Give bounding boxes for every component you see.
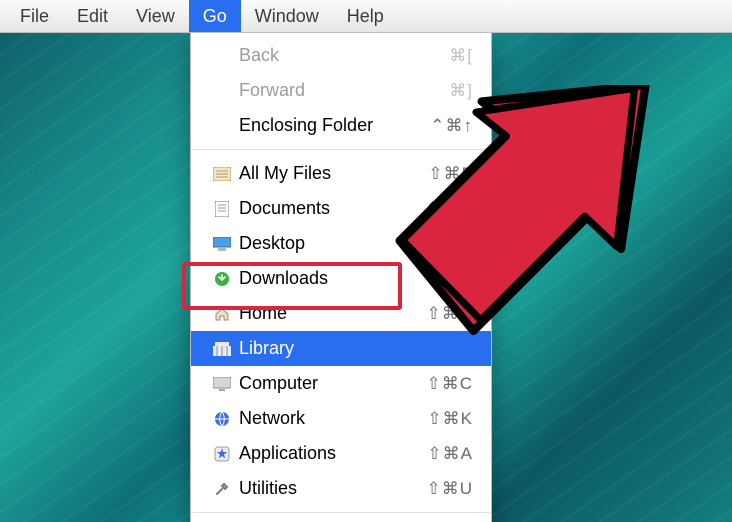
menu-window-label: Window (255, 6, 319, 27)
menu-item-enclosing-folder[interactable]: Enclosing Folder ⌃⌘↑ (191, 108, 491, 143)
library-icon (211, 340, 233, 358)
menu-item-network-shortcut: ⇧⌘K (407, 409, 473, 429)
documents-icon (211, 200, 233, 218)
menu-file[interactable]: File (6, 0, 63, 32)
menu-item-documents-label: Documents (239, 198, 407, 219)
menu-item-all-my-files-label: All My Files (239, 163, 407, 184)
menu-item-home[interactable]: Home ⇧⌘H (191, 296, 491, 331)
menu-item-network[interactable]: Network ⇧⌘K (191, 401, 491, 436)
menu-edit-label: Edit (77, 6, 108, 27)
menu-item-back-shortcut: ⌘[ (407, 46, 473, 66)
menu-separator (191, 149, 491, 150)
computer-icon (211, 375, 233, 393)
menu-window[interactable]: Window (241, 0, 333, 32)
menu-item-home-label: Home (239, 303, 407, 324)
desktop-icon (211, 235, 233, 253)
go-dropdown-menu: Back ⌘[ Forward ⌘] Enclosing Folder ⌃⌘↑ … (190, 32, 492, 522)
utilities-icon (211, 480, 233, 498)
applications-icon (211, 445, 233, 463)
menu-item-applications-label: Applications (239, 443, 407, 464)
menu-item-computer-label: Computer (239, 373, 407, 394)
menu-file-label: File (20, 6, 49, 27)
menu-item-network-label: Network (239, 408, 407, 429)
menu-item-forward-shortcut: ⌘] (407, 81, 473, 101)
menu-item-downloads[interactable]: Downloads ⌥⌘L (191, 261, 491, 296)
menu-item-back-label: Back (239, 45, 407, 66)
menu-view[interactable]: View (122, 0, 189, 32)
menu-go-label: Go (203, 6, 227, 27)
menu-item-downloads-label: Downloads (239, 268, 407, 289)
menu-bar: File Edit View Go Window Help (0, 0, 732, 33)
spacer-icon (211, 117, 233, 135)
menu-item-applications-shortcut: ⇧⌘A (407, 444, 473, 464)
menu-item-enclosing-folder-shortcut: ⌃⌘↑ (407, 116, 473, 136)
menu-help-label: Help (347, 6, 384, 27)
network-icon (211, 410, 233, 428)
menu-item-all-my-files[interactable]: All My Files ⇧⌘F (191, 156, 491, 191)
spacer-icon (211, 82, 233, 100)
menu-item-utilities-label: Utilities (239, 478, 407, 499)
menu-item-documents-shortcut: ⇧⌘O (407, 199, 473, 219)
menu-item-forward-label: Forward (239, 80, 407, 101)
menu-item-computer-shortcut: ⇧⌘C (407, 374, 473, 394)
menu-item-applications[interactable]: Applications ⇧⌘A (191, 436, 491, 471)
menu-item-utilities[interactable]: Utilities ⇧⌘U (191, 471, 491, 506)
menu-item-enclosing-folder-label: Enclosing Folder (239, 115, 407, 136)
downloads-icon (211, 270, 233, 288)
menu-go[interactable]: Go (189, 0, 241, 32)
menu-item-back: Back ⌘[ (191, 38, 491, 73)
desktop: File Edit View Go Window Help Back ⌘[ Fo… (0, 0, 732, 522)
menu-separator (191, 512, 491, 513)
menu-item-desktop-label: Desktop (239, 233, 407, 254)
all-my-files-icon (211, 165, 233, 183)
menu-item-desktop[interactable]: Desktop ⇧⌘D (191, 226, 491, 261)
menu-item-home-shortcut: ⇧⌘H (407, 304, 473, 324)
menu-item-documents[interactable]: Documents ⇧⌘O (191, 191, 491, 226)
menu-edit[interactable]: Edit (63, 0, 122, 32)
menu-item-desktop-shortcut: ⇧⌘D (407, 234, 473, 254)
menu-item-library-label: Library (239, 338, 407, 359)
menu-item-all-my-files-shortcut: ⇧⌘F (407, 164, 473, 184)
home-icon (211, 305, 233, 323)
spacer-icon (211, 47, 233, 65)
menu-item-downloads-shortcut: ⌥⌘L (407, 269, 473, 289)
menu-item-library[interactable]: Library (191, 331, 491, 366)
menu-item-utilities-shortcut: ⇧⌘U (407, 479, 473, 499)
menu-help[interactable]: Help (333, 0, 398, 32)
menu-view-label: View (136, 6, 175, 27)
menu-item-computer[interactable]: Computer ⇧⌘C (191, 366, 491, 401)
menu-item-forward: Forward ⌘] (191, 73, 491, 108)
